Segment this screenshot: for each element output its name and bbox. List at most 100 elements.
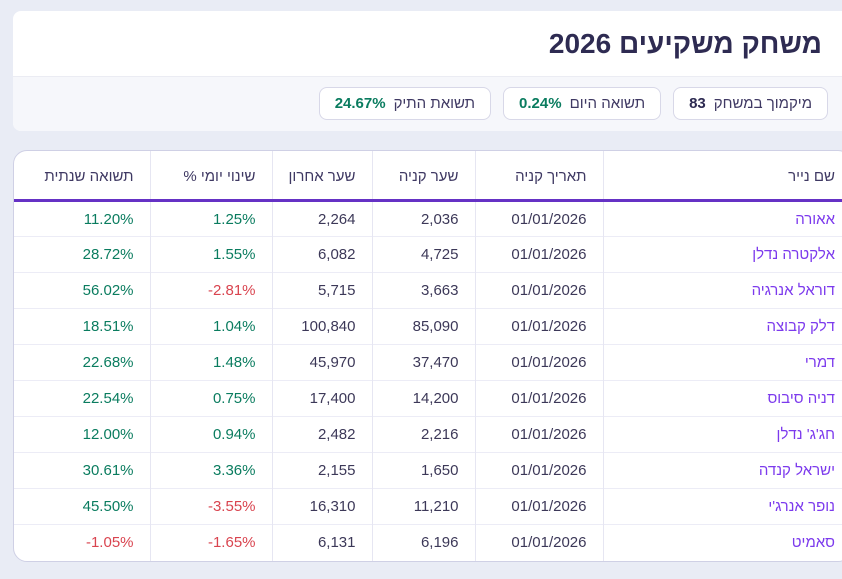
annual-return-cell: 45.50% (14, 488, 151, 525)
daily-change-cell: 1.55% (150, 236, 273, 273)
security-name-link[interactable]: נופר אנרג'י (768, 498, 835, 515)
buy-price-cell: 3,663 (372, 272, 476, 309)
last-price-cell: 2,264 (272, 200, 373, 237)
daily-change-cell: 1.25% (150, 200, 273, 237)
buy-date-cell: 01/01/2026 (475, 380, 604, 417)
annual-return-cell: 56.02% (14, 272, 151, 309)
annual-return-cell: 11.20% (14, 200, 151, 237)
buy-date-cell: 01/01/2026 (475, 452, 604, 489)
portfolio-table: שם נייר תאריך קניה שער קניה שער אחרון שי… (14, 151, 842, 561)
last-price-cell: 16,310 (272, 488, 373, 525)
security-name-link[interactable]: אלקטרה נדלן (752, 246, 835, 263)
stats-bar: מיקמוך במשחק 83 תשואה היום 0.24% תשואת ה… (13, 76, 842, 131)
rank-badge-label: מיקמוך במשחק (713, 95, 812, 112)
security-name-cell: ישראל קנדה (603, 452, 842, 489)
security-name-link[interactable]: חג'ג' נדלן (777, 426, 835, 443)
page-title: משחק משקיעים 2026 (548, 28, 822, 59)
table-row: חג'ג' נדלן 01/01/2026 2,216 2,482 0.94% … (14, 416, 842, 453)
buy-price-cell: 85,090 (372, 308, 476, 345)
annual-return-cell: 18.51% (14, 308, 151, 345)
daily-change-cell: -3.55% (150, 488, 273, 525)
header-card: משחק משקיעים 2026 מיקמוך במשחק 83 תשואה … (13, 11, 842, 131)
buy-date-cell: 01/01/2026 (475, 524, 604, 561)
daily-change-cell: 1.48% (150, 344, 273, 381)
annual-return-cell: 28.72% (14, 236, 151, 273)
security-name-cell: דוראל אנרגיה (603, 272, 842, 309)
col-header-last-price: שער אחרון (272, 151, 373, 202)
security-name-link[interactable]: ישראל קנדה (759, 462, 835, 479)
table-row: דלק קבוצה 01/01/2026 85,090 100,840 1.04… (14, 308, 842, 345)
buy-price-cell: 11,210 (372, 488, 476, 525)
table-body: אאורה 01/01/2026 2,036 2,264 1.25% 11.20… (14, 200, 842, 561)
buy-date-cell: 01/01/2026 (475, 344, 604, 381)
buy-date-cell: 01/01/2026 (475, 236, 604, 273)
table-row: סאמיט 01/01/2026 6,196 6,131 -1.65% -1.0… (14, 524, 842, 561)
buy-date-cell: 01/01/2026 (475, 488, 604, 525)
rank-badge-value: 83 (689, 95, 706, 112)
buy-date-cell: 01/01/2026 (475, 416, 604, 453)
buy-price-cell: 4,725 (372, 236, 476, 273)
security-name-cell: דמרי (603, 344, 842, 381)
portfolio-table-card: שם נייר תאריך קניה שער קניה שער אחרון שי… (13, 150, 842, 562)
table-row: דמרי 01/01/2026 37,470 45,970 1.48% 22.6… (14, 344, 842, 381)
portfolio-return-badge-value: 24.67% (334, 95, 386, 112)
last-price-cell: 2,482 (272, 416, 373, 453)
last-price-cell: 6,131 (272, 524, 373, 561)
table-header-row: שם נייר תאריך קניה שער קניה שער אחרון שי… (14, 151, 842, 202)
annual-return-cell: 22.54% (14, 380, 151, 417)
portfolio-return-badge-label: תשואת התיק (393, 95, 476, 112)
annual-return-cell: 30.61% (14, 452, 151, 489)
table-row: דניה סיבוס 01/01/2026 14,200 17,400 0.75… (14, 380, 842, 417)
buy-price-cell: 2,216 (372, 416, 476, 453)
last-price-cell: 100,840 (272, 308, 373, 345)
daily-change-cell: -1.65% (150, 524, 273, 561)
daily-return-badge-value: 0.24% (519, 95, 562, 112)
last-price-cell: 2,155 (272, 452, 373, 489)
rank-badge: מיקמוך במשחק 83 (673, 87, 828, 120)
buy-price-cell: 37,470 (372, 344, 476, 381)
security-name-link[interactable]: דלק קבוצה (766, 318, 835, 335)
col-header-buy-price: שער קניה (372, 151, 476, 202)
buy-price-cell: 1,650 (372, 452, 476, 489)
security-name-cell: סאמיט (603, 524, 842, 561)
last-price-cell: 45,970 (272, 344, 373, 381)
security-name-link[interactable]: דמרי (805, 354, 835, 371)
table-row: אלקטרה נדלן 01/01/2026 4,725 6,082 1.55%… (14, 236, 842, 273)
buy-date-cell: 01/01/2026 (475, 272, 604, 309)
daily-change-cell: 0.94% (150, 416, 273, 453)
last-price-cell: 17,400 (272, 380, 373, 417)
col-header-annual-return: תשואה שנתית (14, 151, 151, 202)
col-header-security-name: שם נייר (603, 151, 842, 202)
buy-date-cell: 01/01/2026 (475, 200, 604, 237)
annual-return-cell: -1.05% (14, 524, 151, 561)
table-row: אאורה 01/01/2026 2,036 2,264 1.25% 11.20… (14, 200, 842, 237)
portfolio-return-badge: תשואת התיק 24.67% (318, 87, 492, 120)
daily-return-badge-label: תשואה היום (569, 95, 646, 112)
annual-return-cell: 12.00% (14, 416, 151, 453)
table-row: דוראל אנרגיה 01/01/2026 3,663 5,715 -2.8… (14, 272, 842, 309)
col-header-daily-change: שינוי יומי % (150, 151, 273, 202)
security-name-link[interactable]: סאמיט (792, 534, 835, 551)
security-name-cell: נופר אנרג'י (603, 488, 842, 525)
col-header-buy-date: תאריך קניה (475, 151, 604, 202)
table-row: נופר אנרג'י 01/01/2026 11,210 16,310 -3.… (14, 488, 842, 525)
daily-change-cell: 3.36% (150, 452, 273, 489)
security-name-link[interactable]: אאורה (795, 211, 835, 228)
daily-return-badge: תשואה היום 0.24% (503, 87, 662, 120)
buy-price-cell: 6,196 (372, 524, 476, 561)
table-row: ישראל קנדה 01/01/2026 1,650 2,155 3.36% … (14, 452, 842, 489)
annual-return-cell: 22.68% (14, 344, 151, 381)
security-name-cell: אאורה (603, 201, 842, 237)
security-name-cell: דניה סיבוס (603, 380, 842, 417)
daily-change-cell: -2.81% (150, 272, 273, 309)
security-name-cell: חג'ג' נדלן (603, 416, 842, 453)
security-name-link[interactable]: דניה סיבוס (767, 390, 835, 407)
buy-price-cell: 2,036 (372, 200, 476, 237)
last-price-cell: 6,082 (272, 236, 373, 273)
buy-date-cell: 01/01/2026 (475, 308, 604, 345)
last-price-cell: 5,715 (272, 272, 373, 309)
security-name-link[interactable]: דוראל אנרגיה (752, 282, 835, 299)
security-name-cell: אלקטרה נדלן (603, 236, 842, 273)
daily-change-cell: 1.04% (150, 308, 273, 345)
title-row: משחק משקיעים 2026 (13, 11, 842, 76)
